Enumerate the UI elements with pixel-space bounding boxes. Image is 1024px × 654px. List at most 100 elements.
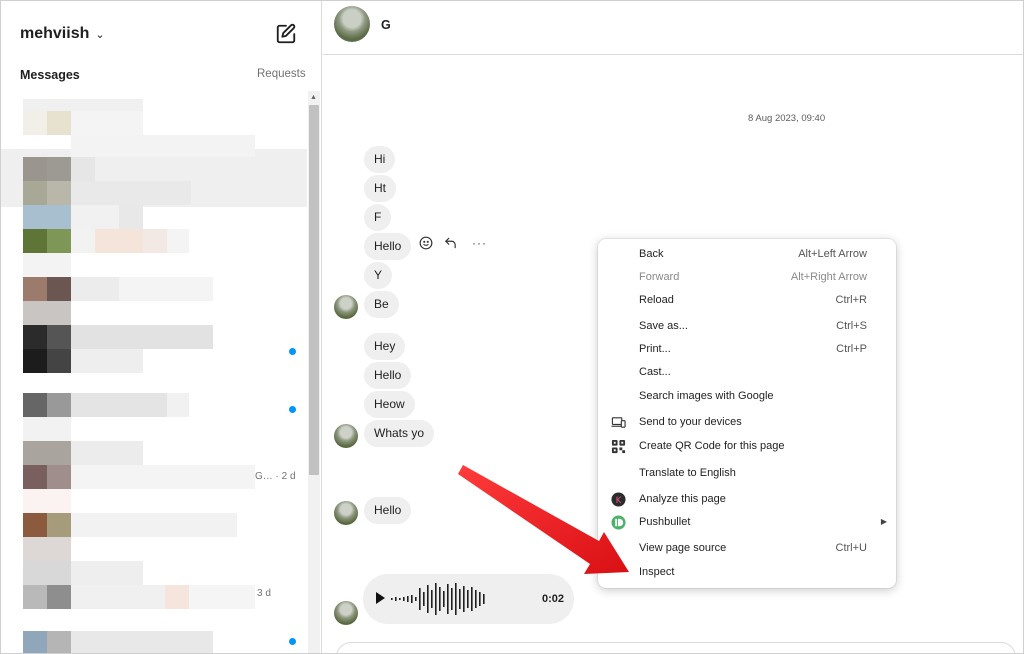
blurred-text <box>71 349 143 373</box>
avatar <box>23 205 71 229</box>
blurred-text <box>119 277 213 301</box>
sender-avatar[interactable] <box>334 501 358 525</box>
avatar <box>47 181 71 205</box>
menu-item-label: Analyze this page <box>639 493 726 505</box>
contact-avatar[interactable] <box>334 6 370 42</box>
menu-item-label: View page source <box>639 542 727 554</box>
reply-icon[interactable] <box>443 236 458 250</box>
avatar <box>23 537 71 561</box>
menu-item-shortcut: Alt+Right Arrow <box>790 271 867 283</box>
menu-item-save-as[interactable]: Save as... Ctrl+S <box>598 316 896 338</box>
menu-item-shortcut: Alt+Left Arrow <box>798 248 867 260</box>
message-bubble[interactable]: Ht <box>364 175 396 202</box>
avatar <box>23 325 47 349</box>
voice-message[interactable]: 0:02 <box>363 574 574 624</box>
message-bubble[interactable]: Whats yo <box>364 420 435 447</box>
menu-item-label: Create QR Code for this page <box>639 440 785 452</box>
menu-item-label: Pushbullet <box>639 516 691 528</box>
blurred-text <box>71 135 255 157</box>
avatar <box>23 465 47 489</box>
menu-item-view-source[interactable]: View page source Ctrl+U <box>598 538 896 560</box>
blurred-text <box>71 513 237 537</box>
avatar <box>23 277 47 301</box>
conversation-time: G… · 2 d <box>255 471 296 482</box>
avatar <box>47 157 71 181</box>
menu-item-back[interactable]: Back Alt+Left Arrow <box>598 244 896 266</box>
more-icon[interactable]: ··· <box>472 236 487 250</box>
message-bubble[interactable]: Hi <box>364 146 396 173</box>
avatar <box>23 181 47 205</box>
submenu-arrow-icon: ▶ <box>880 517 887 526</box>
date-divider: 8 Aug 2023, 09:40 <box>748 113 826 124</box>
message-bubble[interactable]: Hello <box>364 497 412 524</box>
avatar <box>47 325 71 349</box>
avatar <box>23 111 47 135</box>
menu-item-print[interactable]: Print... Ctrl+P <box>598 339 896 361</box>
menu-item-reload[interactable]: Reload Ctrl+R <box>598 290 896 312</box>
emoji-icon[interactable] <box>419 236 433 250</box>
avatar <box>47 277 71 301</box>
menu-item-label: Send to your devices <box>639 416 742 428</box>
scroll-up-arrow-icon[interactable]: ▲ <box>310 94 317 101</box>
blurred-text <box>71 325 213 349</box>
blurred-text <box>189 585 255 609</box>
blurred-text <box>71 441 143 465</box>
menu-item-inspect[interactable]: Inspect <box>598 562 896 584</box>
voice-duration: 0:02 <box>542 593 565 605</box>
sender-avatar[interactable] <box>334 601 358 625</box>
menu-item-search-images[interactable]: Search images with Google <box>598 386 896 408</box>
avatar <box>47 111 71 135</box>
requests-link[interactable]: Requests <box>257 68 306 80</box>
messages-heading: Messages <box>20 68 80 82</box>
menu-item-label: Cast... <box>639 366 671 378</box>
chevron-down-icon: ⌄ <box>95 29 105 41</box>
conversation-list[interactable]: G… · 2 d 3 d <box>1 95 307 653</box>
menu-item-translate[interactable]: Translate to English <box>598 463 896 485</box>
menu-item-cast[interactable]: Cast... <box>598 362 896 384</box>
account-switcher[interactable]: mehviish ⌄ <box>20 25 105 43</box>
message-bubble[interactable]: Hey <box>364 333 406 360</box>
message-bubble[interactable]: F <box>364 204 392 231</box>
blurred-text <box>71 111 143 135</box>
waveform <box>391 583 485 615</box>
menu-item-analyze[interactable]: K Analyze this page <box>598 489 896 511</box>
message-actions: ··· <box>419 236 487 250</box>
list-item[interactable] <box>23 99 143 111</box>
message-bubble[interactable]: Hello <box>364 233 412 260</box>
message-bubble[interactable]: Y <box>364 262 393 289</box>
sender-avatar[interactable] <box>334 424 358 448</box>
avatar <box>23 561 71 585</box>
menu-item-forward[interactable]: Forward Alt+Right Arrow <box>598 267 896 289</box>
context-menu: Back Alt+Left Arrow Forward Alt+Right Ar… <box>598 239 896 588</box>
avatar <box>47 631 71 653</box>
message-input[interactable] <box>336 642 1016 653</box>
menu-item-qr-code[interactable]: Create QR Code for this page <box>598 436 896 458</box>
analyze-icon: K <box>611 492 626 507</box>
scrollbar-thumb[interactable] <box>309 105 319 475</box>
menu-item-label: Inspect <box>639 566 675 578</box>
blurred-text <box>23 253 71 277</box>
avatar <box>23 349 47 373</box>
blurred-text <box>23 417 71 441</box>
unread-dot <box>289 348 296 355</box>
menu-item-pushbullet[interactable]: Pushbullet ▶ <box>598 512 896 534</box>
contact-name[interactable]: G <box>381 18 391 32</box>
app-window: mehviish ⌄ Messages Requests G… · 2 d 3 … <box>0 0 1024 654</box>
blurred-text <box>71 277 119 301</box>
menu-item-send-to-devices[interactable]: Send to your devices <box>598 412 896 434</box>
avatar <box>47 229 71 253</box>
message-bubble[interactable]: Heow <box>364 391 415 418</box>
qr-code-icon <box>611 439 626 454</box>
message-bubble[interactable]: Hello <box>364 362 412 389</box>
sender-avatar[interactable] <box>334 295 358 319</box>
chat-header: G <box>323 1 1023 55</box>
avatar <box>23 229 47 253</box>
blurred-text <box>167 393 189 417</box>
blurred-text <box>71 585 165 609</box>
avatar <box>23 631 47 653</box>
blurred-text <box>95 229 143 253</box>
play-icon[interactable] <box>373 591 387 605</box>
message-bubble[interactable]: Be <box>364 291 399 318</box>
compose-icon[interactable] <box>275 23 297 45</box>
avatar <box>47 465 71 489</box>
